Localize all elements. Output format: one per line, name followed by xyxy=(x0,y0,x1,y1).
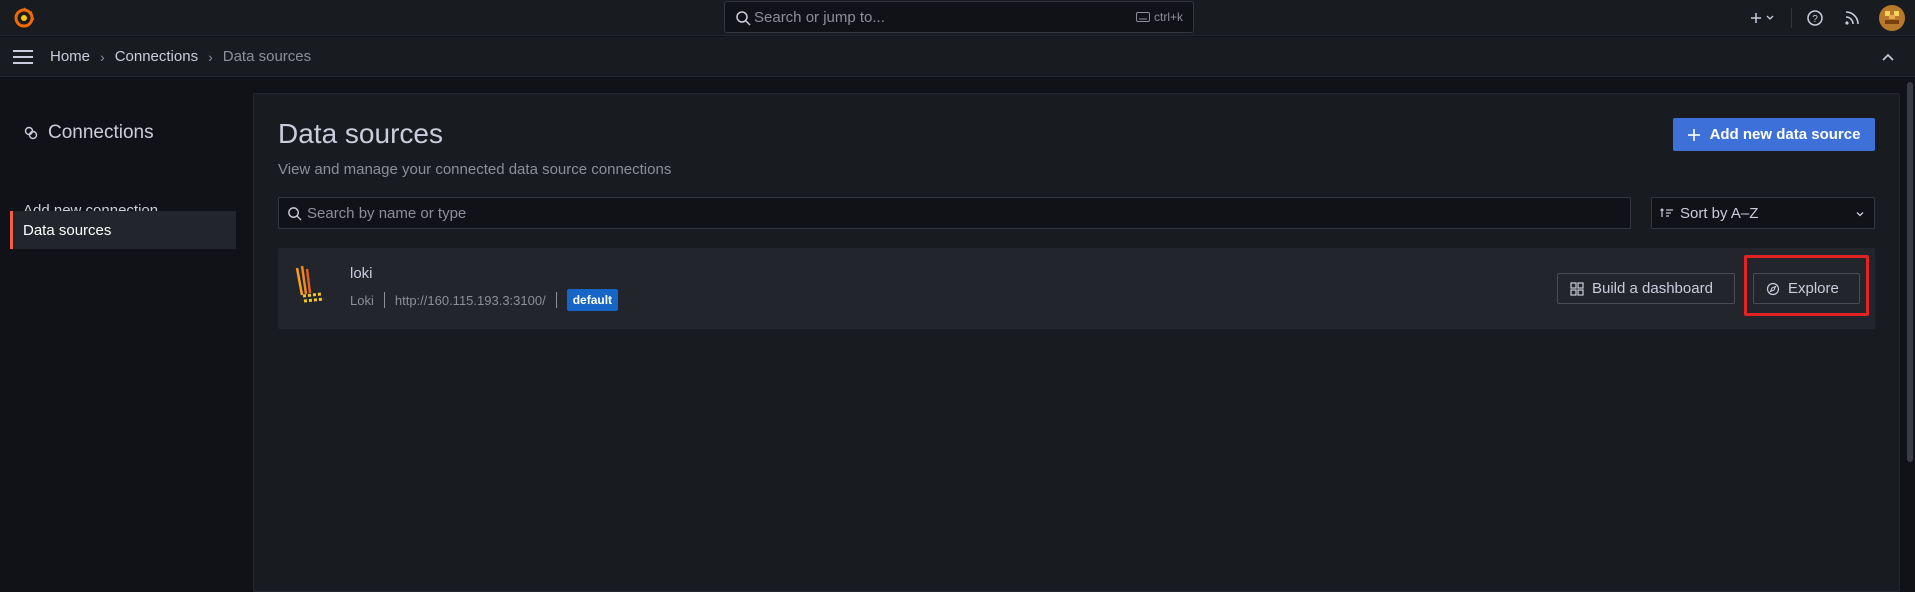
page-title: Data sources xyxy=(278,118,443,149)
default-badge: default xyxy=(566,289,619,311)
data-source-type: Loki xyxy=(350,292,374,308)
data-source-url: http://160.115.193.3:3100/ xyxy=(394,292,546,308)
explore-highlight-box xyxy=(1744,255,1869,316)
breadcrumb: Home › Connections › Data sources xyxy=(50,48,311,65)
scrollbar[interactable] xyxy=(1905,78,1915,592)
build-dashboard-label: Build a dashboard xyxy=(1592,280,1713,297)
add-button-label: Add new data source xyxy=(1709,126,1861,143)
shortcut-text: ctrl+k xyxy=(1153,10,1183,24)
search-icon xyxy=(736,11,751,26)
sidebar-item-label: Data sources xyxy=(23,221,112,239)
sidebar-title-text: Connections xyxy=(48,122,154,143)
add-new-data-source-button[interactable]: Add new data source xyxy=(1673,118,1875,151)
keyboard-icon xyxy=(1135,12,1150,22)
new-menu-button[interactable] xyxy=(1745,7,1779,29)
connections-icon xyxy=(24,126,38,140)
data-source-meta: Loki http://160.115.193.3:3100/ default xyxy=(350,289,619,311)
sidebar-item-data-sources[interactable]: Data sources xyxy=(10,211,236,249)
breadcrumb-connections[interactable]: Connections xyxy=(115,48,198,65)
sort-label: Sort by A–Z xyxy=(1680,204,1759,222)
loki-logo-icon xyxy=(294,265,326,305)
top-bar: Search or jump to... ctrl+k ? xyxy=(0,0,1915,36)
meta-divider xyxy=(383,292,385,308)
meta-divider xyxy=(555,292,557,308)
global-search-input[interactable]: Search or jump to... ctrl+k xyxy=(724,1,1194,33)
chevron-up-icon[interactable] xyxy=(1880,49,1896,65)
data-source-search-input[interactable]: Search by name or type xyxy=(278,197,1631,229)
keyboard-shortcut-hint: ctrl+k xyxy=(1135,10,1183,24)
sidebar-title: Connections xyxy=(24,122,154,144)
build-dashboard-button[interactable]: Build a dashboard xyxy=(1557,273,1735,304)
page-subtitle: View and manage your connected data sour… xyxy=(278,161,672,178)
help-icon[interactable]: ? xyxy=(1805,8,1825,28)
grafana-logo-icon[interactable] xyxy=(12,6,36,30)
main-panel: Data sources View and manage your connec… xyxy=(253,93,1900,592)
breadcrumb-home[interactable]: Home xyxy=(50,48,90,65)
news-feed-icon[interactable] xyxy=(1843,9,1861,27)
breadcrumb-bar: Home › Connections › Data sources xyxy=(0,37,1915,77)
menu-icon[interactable] xyxy=(12,49,34,65)
sort-select[interactable]: Sort by A–Z xyxy=(1651,197,1875,229)
chevron-right-icon: › xyxy=(208,48,213,65)
dashboard-grid-icon xyxy=(1570,281,1584,296)
search-placeholder: Search by name or type xyxy=(307,205,467,222)
data-source-card[interactable]: loki Loki http://160.115.193.3:3100/ def… xyxy=(278,248,1875,329)
search-icon xyxy=(288,207,302,221)
sort-icon xyxy=(1660,208,1673,217)
chevron-right-icon: › xyxy=(100,48,105,65)
topbar-divider xyxy=(1791,8,1792,28)
data-source-name[interactable]: loki xyxy=(350,265,373,282)
plus-icon xyxy=(1687,128,1700,141)
breadcrumb-data-sources: Data sources xyxy=(222,48,312,65)
chevron-down-icon xyxy=(1856,212,1864,217)
user-avatar[interactable] xyxy=(1879,5,1905,31)
scrollbar-thumb[interactable] xyxy=(1907,82,1913,462)
svg-text:?: ? xyxy=(1812,14,1818,25)
sidebar: Connections Add new connection Data sour… xyxy=(0,78,252,592)
global-search-placeholder: Search or jump to... xyxy=(754,9,885,26)
